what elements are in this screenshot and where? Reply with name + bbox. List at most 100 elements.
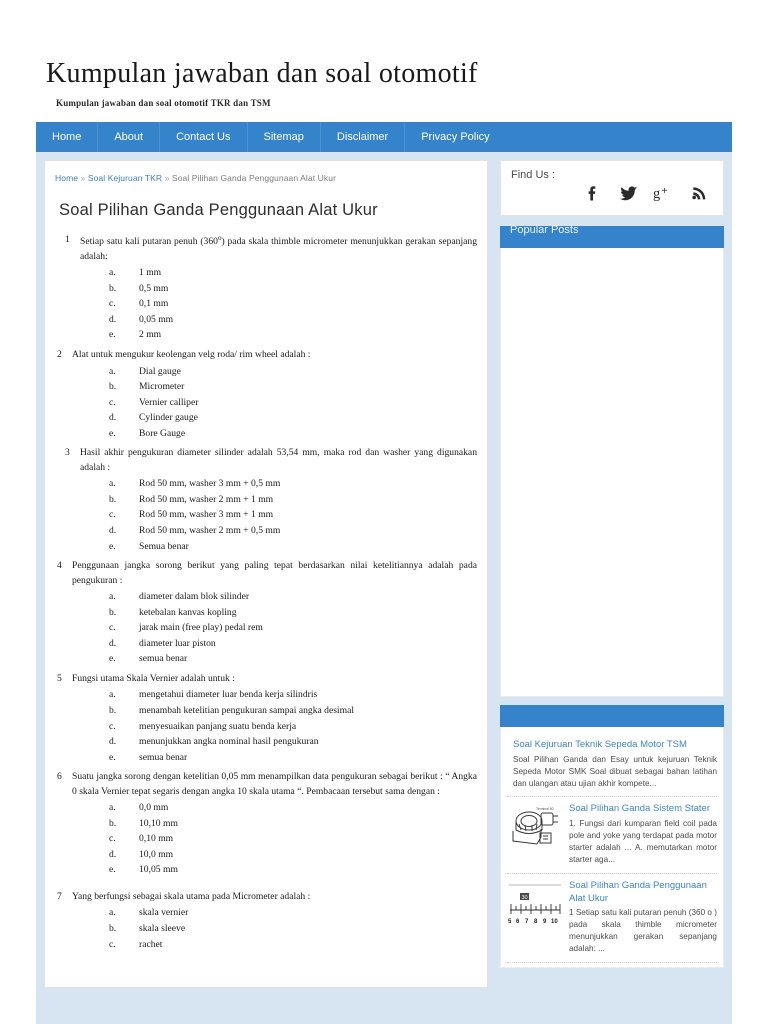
question-text-part: Setiap satu kali putaran penuh (360 [80, 236, 218, 248]
option-item[interactable]: d. 0,05 mm [109, 312, 477, 328]
option-value: 10,0 mm [139, 848, 174, 860]
option-label: a. [109, 365, 116, 377]
recent-posts-widget: Soal Kejuruan Teknik Sepeda Motor TSM So… [500, 705, 724, 969]
option-item[interactable]: c. Vernier calliper [109, 395, 477, 411]
question-number: 1 [65, 234, 70, 245]
option-value: Dial gauge [139, 365, 181, 377]
option-item[interactable]: e. semua benar [109, 750, 477, 766]
facebook-icon[interactable] [581, 181, 603, 205]
option-item[interactable]: b. 10,10 mm [109, 816, 477, 832]
option-value: Rod 50 mm, washer 2 mm + 1 mm [139, 493, 274, 505]
option-item[interactable]: b. Micrometer [109, 379, 477, 395]
list-item[interactable]: Soal Kejuruan Teknik Sepeda Motor TSM So… [507, 733, 717, 798]
question-block: 6 Suatu jangka sorong dengan ketelitian … [57, 770, 477, 799]
rss-icon[interactable] [689, 181, 711, 205]
option-label: a. [109, 478, 116, 490]
recent-posts-widget-header-bar [500, 705, 724, 727]
option-item[interactable]: c. jarak main (free play) pedal rem [109, 620, 477, 636]
question-number: 3 [65, 447, 70, 459]
option-item[interactable]: b. 0,5 mm [109, 281, 477, 297]
option-item[interactable]: d. menunjukkan angka nominal hasil penguk… [109, 734, 477, 750]
post-title-link[interactable]: Soal Kejuruan Teknik Sepeda Motor TSM [513, 739, 717, 752]
option-value: 2 mm [139, 329, 162, 341]
option-list: a. 0,0 mm b. 10,10 mm c. 0,10 mm d. 10,0 mm … [57, 800, 477, 878]
svg-text:+: + [661, 186, 667, 197]
find-us-widget: Find Us : g + [500, 160, 724, 216]
option-item[interactable]: e. 10,05 mm [109, 862, 477, 878]
option-item[interactable]: b. skala sleeve [109, 921, 477, 937]
option-label: a. [109, 802, 116, 814]
option-value: 0,5 mm [139, 282, 169, 294]
option-item[interactable]: d. 10,0 mm [109, 847, 477, 863]
option-label: c. [109, 509, 116, 521]
nav-item-disclaimer[interactable]: Disclaimer [321, 122, 406, 152]
micrometer-scale-illustration-icon: 30 5 6 7 8 9 10 [507, 879, 563, 928]
option-label: d. [109, 313, 117, 325]
option-item[interactable]: c. 0,10 mm [109, 831, 477, 847]
breadcrumb-separator: » [80, 173, 86, 183]
option-value: rachet [139, 938, 163, 950]
option-label: e. [109, 751, 116, 763]
question-block: 1 Setiap satu kali putaran penuh (360o) … [57, 233, 477, 264]
option-label: e. [109, 427, 116, 439]
breadcrumb-category[interactable]: Soal Kejuruan TKR [88, 173, 162, 183]
nav-item-privacy-policy[interactable]: Privacy Policy [405, 122, 505, 152]
option-label: e. [109, 540, 116, 552]
option-value: Cylinder gauge [139, 412, 198, 424]
list-item[interactable]: 30 5 6 7 8 9 10 Soal Pilihan Ganda Pengg… [507, 874, 717, 964]
option-item[interactable]: e. 2 mm [109, 327, 477, 343]
option-item[interactable]: b. ketebalan kanvas kopling [109, 605, 477, 621]
option-item[interactable]: d. diameter luar piston [109, 636, 477, 652]
question-block: 4 Penggunaan jangka sorong berikut yang … [57, 559, 477, 588]
option-item[interactable]: b. Rod 50 mm, washer 2 mm + 1 mm [109, 492, 477, 508]
option-item[interactable]: c. 0,1 mm [109, 296, 477, 312]
popular-posts-widget-title: Popular Posts [510, 224, 579, 236]
option-item[interactable]: c. menyesuaikan panjang suatu benda kerja [109, 719, 477, 735]
option-value: 1 mm [139, 267, 162, 279]
option-label: b. [109, 493, 117, 505]
option-label: a. [109, 907, 116, 919]
option-value: 0,1 mm [139, 298, 169, 310]
nav-item-sitemap[interactable]: Sitemap [248, 122, 321, 152]
nav-item-about[interactable]: About [98, 122, 161, 152]
nav-item-label: About [114, 131, 144, 143]
option-item[interactable]: a. 1 mm [109, 265, 477, 281]
option-label: b. [109, 923, 117, 935]
option-label: c. [109, 720, 116, 732]
option-label: c. [109, 938, 116, 950]
option-item[interactable]: c. Rod 50 mm, washer 3 mm + 1 mm [109, 507, 477, 523]
option-item[interactable]: e. Bore Gauge [109, 426, 477, 442]
option-item[interactable]: e. Semua benar [109, 539, 477, 555]
option-value: 0,10 mm [139, 833, 174, 845]
nav-item-contact-us[interactable]: Contact Us [160, 122, 248, 152]
post-title-link[interactable]: Soal Pilihan Ganda Penggunaan Alat Ukur [569, 880, 717, 906]
option-label: c. [109, 396, 116, 408]
option-item[interactable]: d. Cylinder gauge [109, 410, 477, 426]
option-item[interactable]: a. skala vernier [109, 905, 477, 921]
option-label: c. [109, 622, 116, 634]
twitter-icon[interactable] [617, 181, 639, 205]
option-item[interactable]: c. rachet [109, 937, 477, 953]
post-meta: Soal Kejuruan Teknik Sepeda Motor TSM So… [513, 739, 717, 789]
google-plus-icon[interactable]: g + [653, 181, 675, 205]
post-title-link[interactable]: Soal Pilihan Ganda Sistem Stater [569, 803, 717, 816]
option-item[interactable]: a. Dial gauge [109, 364, 477, 380]
post-meta: Soal Pilihan Ganda Sistem Stater 1. Fung… [569, 803, 717, 865]
question-number: 6 [57, 771, 62, 783]
option-item[interactable]: a. mengetahui diameter luar benda kerja s… [109, 687, 477, 703]
option-item[interactable]: a. 0,0 mm [109, 800, 477, 816]
question-block: 7 Yang berfungsi sebagai skala utama pad… [57, 890, 477, 905]
option-item[interactable]: a. diameter dalam blok silinder [109, 589, 477, 605]
option-item[interactable]: b. menambah ketelitian pengukuran sampai … [109, 703, 477, 719]
option-item[interactable]: e. semua benar [109, 651, 477, 667]
list-item[interactable]: Terminal 50 Soal Pilihan Ganda Sistem St… [507, 797, 717, 874]
option-value: mengetahui diameter luar benda kerja sil… [139, 689, 318, 701]
breadcrumb-home[interactable]: Home [55, 173, 78, 183]
option-label: d. [109, 524, 117, 536]
option-value: skala vernier [139, 907, 189, 919]
popular-posts-widget-body [500, 248, 724, 697]
option-item[interactable]: a. Rod 50 mm, washer 3 mm + 0,5 mm [109, 476, 477, 492]
nav-item-home[interactable]: Home [36, 122, 99, 152]
option-item[interactable]: d. Rod 50 mm, washer 2 mm + 0,5 mm [109, 523, 477, 539]
nav-item-label: Contact Us [176, 131, 231, 143]
